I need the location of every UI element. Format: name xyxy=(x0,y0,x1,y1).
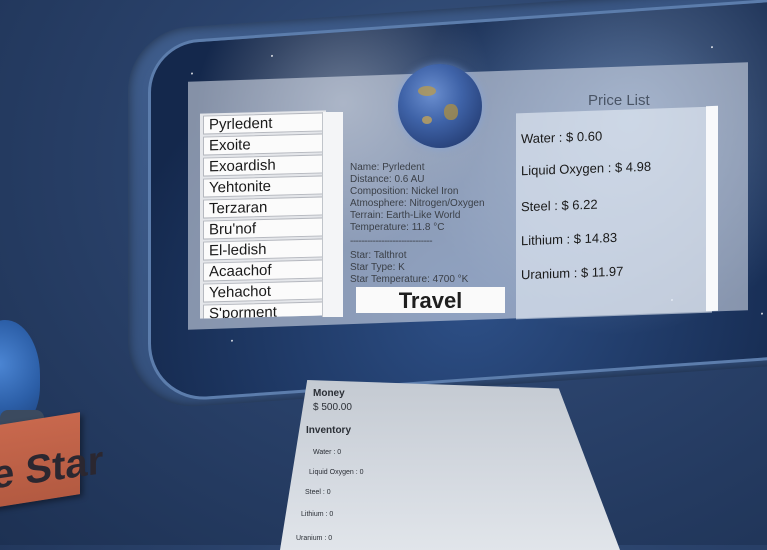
price-item: Water : $ 0.60 xyxy=(521,128,603,147)
price-list-title: Price List xyxy=(588,92,650,109)
money-value: $ 500.00 xyxy=(313,402,352,413)
star-decoration xyxy=(761,312,763,315)
price-item: Lithium : $ 14.83 xyxy=(521,229,618,249)
star-decoration xyxy=(711,46,713,49)
star-decoration xyxy=(191,72,193,75)
inventory-item: Uranium : 0 xyxy=(296,535,333,542)
travel-button[interactable]: Travel xyxy=(356,287,505,313)
star-name: Star: Talthrot xyxy=(350,250,407,261)
star-temperature: Star Temperature: 4700 °K xyxy=(350,274,469,285)
star-decoration xyxy=(271,54,273,57)
price-list-scrollbar[interactable] xyxy=(706,105,718,312)
planet-list-item[interactable]: Exoite xyxy=(203,133,323,156)
inventory-item: Steel : 0 xyxy=(305,489,331,496)
inventory-item: Lithium : 0 xyxy=(301,511,334,518)
planet-info: Name: Pyrledent Distance: 0.6 AU Composi… xyxy=(350,162,515,286)
price-item: Liquid Oxygen : $ 4.98 xyxy=(521,158,652,179)
price-item: Uranium : $ 11.97 xyxy=(521,263,624,283)
planet-list: Pyrledent Exoite Exoardish Yehtonite Ter… xyxy=(200,110,326,319)
price-panel: Price List Water : $ 0.60 Liquid Oxygen … xyxy=(516,86,716,320)
planet-list-item[interactable]: Acaachof xyxy=(203,259,323,282)
star-decoration xyxy=(231,339,233,342)
planet-temperature: Temperature: 11.8 °C xyxy=(350,222,445,233)
planet-distance: Distance: 0.6 AU xyxy=(350,174,425,185)
planet-list-scrollbar[interactable] xyxy=(322,112,343,317)
planet-list-item[interactable]: Yehtonite xyxy=(203,175,323,198)
inventory-item: Water : 0 xyxy=(313,449,342,456)
planet-atmosphere: Atmosphere: Nitrogen/Oxygen xyxy=(350,198,485,209)
star-type: Star Type: K xyxy=(350,262,405,273)
inventory-item: Liquid Oxygen : 0 xyxy=(309,469,364,476)
planet-composition: Composition: Nickel Iron xyxy=(350,186,459,197)
planet-list-item[interactable]: Bru'nof xyxy=(203,217,323,240)
planet-list-item[interactable]: Yehachot xyxy=(203,280,323,303)
planet-terrain: Terrain: Earth-Like World xyxy=(350,210,461,221)
price-list: Water : $ 0.60 Liquid Oxygen : $ 4.98 St… xyxy=(516,106,712,320)
info-divider: ----------------------------- xyxy=(350,236,433,247)
planet-list-item[interactable]: Exoardish xyxy=(203,154,323,177)
planet-list-item[interactable]: El-ledish xyxy=(203,238,323,261)
planet-name: Name: Pyrledent xyxy=(350,162,425,173)
money-label: Money xyxy=(313,388,345,399)
inventory-label: Inventory xyxy=(306,425,352,436)
price-item: Steel : $ 6.22 xyxy=(521,196,598,215)
planet-list-item[interactable]: Pyrledent xyxy=(203,112,323,135)
planet-list-item[interactable]: Terzaran xyxy=(203,196,323,219)
planet-globe-icon xyxy=(398,64,482,148)
